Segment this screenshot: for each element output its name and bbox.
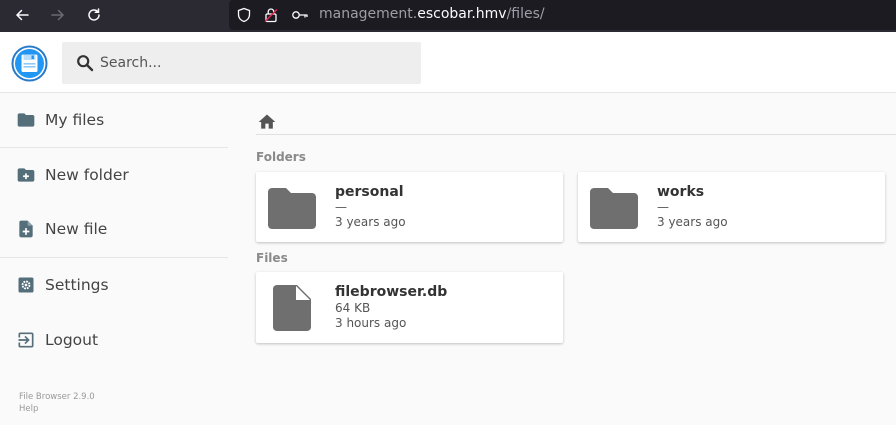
settings-icon	[18, 277, 34, 293]
item-name: personal	[335, 184, 404, 200]
folder-icon	[268, 188, 316, 229]
url-host: escobar.hmv	[417, 6, 507, 22]
insecure-lock-icon	[264, 8, 278, 23]
item-name: filebrowser.db	[335, 284, 448, 300]
item-size: —	[657, 200, 669, 214]
search-icon	[77, 55, 94, 72]
new-file-icon	[19, 220, 33, 238]
folder-icon	[590, 188, 638, 229]
address-bar[interactable]: management.escobar.hmv/files/	[229, 0, 896, 30]
sidebar: My files New folder New file Settings Lo…	[0, 93, 228, 425]
sidebar-item-new-file[interactable]: New file	[0, 202, 228, 256]
search-box[interactable]	[62, 42, 421, 84]
item-modified: 3 hours ago	[335, 316, 407, 330]
file-icon	[273, 285, 311, 331]
folder-item-personal[interactable]: personal — 3 years ago	[256, 172, 563, 242]
shield-icon	[237, 7, 251, 23]
file-item-filebrowser-db[interactable]: filebrowser.db 64 KB 3 hours ago	[256, 272, 563, 343]
version-link[interactable]: File Browser 2.9.0	[19, 391, 95, 403]
logout-icon	[18, 332, 34, 348]
app-header	[0, 32, 896, 93]
home-icon[interactable]	[257, 112, 277, 132]
arrow-right-icon	[51, 9, 65, 21]
forward-button[interactable]	[46, 4, 70, 26]
folder-item-works[interactable]: works — 3 years ago	[578, 172, 885, 242]
browser-toolbar: management.escobar.hmv/files/	[0, 0, 896, 32]
breadcrumb	[256, 102, 896, 135]
key-icon	[292, 11, 308, 19]
sidebar-item-logout[interactable]: Logout	[0, 313, 228, 367]
credits: File Browser 2.9.0 Help	[19, 391, 95, 415]
item-modified: 3 years ago	[335, 215, 406, 229]
sidebar-item-settings[interactable]: Settings	[0, 258, 228, 312]
item-size: 64 KB	[335, 301, 371, 315]
sidebar-item-label: New file	[45, 220, 108, 238]
arrow-left-icon	[15, 9, 29, 21]
help-link[interactable]: Help	[19, 403, 95, 415]
reload-icon	[88, 8, 100, 21]
sidebar-item-label: New folder	[45, 166, 129, 184]
back-button[interactable]	[10, 4, 34, 26]
files-heading: Files	[256, 251, 288, 265]
item-modified: 3 years ago	[657, 215, 728, 229]
sidebar-item-new-folder[interactable]: New folder	[0, 148, 228, 202]
item-size: —	[335, 200, 347, 214]
folders-heading: Folders	[256, 150, 306, 164]
sidebar-item-label: Logout	[45, 331, 99, 349]
search-input[interactable]	[100, 42, 410, 84]
folder-icon	[17, 113, 35, 127]
new-folder-icon	[17, 168, 35, 182]
sidebar-item-label: My files	[45, 111, 105, 129]
sidebar-item-my-files[interactable]: My files	[0, 93, 228, 147]
file-listing: Folders personal — 3 years ago works — 3…	[256, 93, 896, 425]
reload-button[interactable]	[82, 4, 106, 26]
filebrowser-logo[interactable]	[11, 45, 48, 82]
sidebar-item-label: Settings	[45, 276, 109, 294]
item-name: works	[657, 184, 705, 200]
url-text: management.escobar.hmv/files/	[319, 6, 545, 22]
